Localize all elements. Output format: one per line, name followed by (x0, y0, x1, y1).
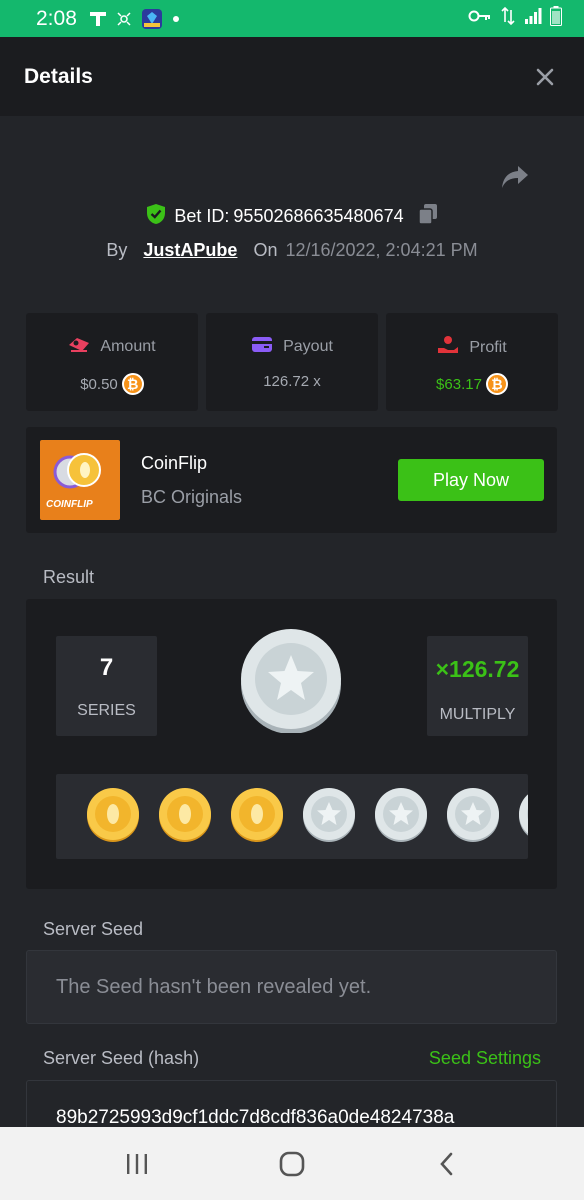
amount-label: Amount (100, 337, 156, 355)
game-card: COINFLIP CoinFlip BC Originals Play Now (26, 427, 557, 533)
bet-author-row: By JustAPube On 12/16/2022, 2:04:21 PM (0, 240, 584, 261)
bet-date: 12/16/2022, 2:04:21 PM (285, 240, 478, 260)
bet-id-label: Bet ID: (174, 206, 230, 226)
profit-hand-icon (437, 335, 459, 360)
silver-coin-icon (303, 788, 355, 842)
dot-icon (171, 14, 181, 24)
gold-coin-icon (87, 788, 139, 842)
on-label: On (253, 240, 278, 260)
payout-card-icon (251, 335, 273, 358)
coinflip-thumbnail[interactable]: COINFLIP (40, 440, 120, 520)
silver-coin-icon (519, 794, 528, 836)
battery-icon (550, 6, 562, 31)
gold-coin-icon (159, 788, 211, 842)
server-seed-label: Server Seed (43, 919, 144, 939)
network-icon (115, 10, 133, 28)
server-seed-hash-label: Server Seed (hash) (43, 1048, 200, 1068)
home-icon[interactable] (272, 1144, 312, 1184)
close-icon[interactable] (530, 62, 560, 92)
silver-coin-icon (241, 629, 341, 733)
vpn-key-icon (468, 8, 492, 29)
data-transfer-icon (500, 6, 516, 31)
profit-card: Profit $63.17 ₿ (386, 313, 558, 411)
system-nav-bar (0, 1127, 584, 1200)
gold-coin-icon (231, 788, 283, 842)
share-icon[interactable] (500, 163, 530, 191)
page-title: Details (24, 64, 93, 88)
user-link[interactable]: JustAPube (143, 240, 237, 261)
result-label: Result (43, 567, 95, 587)
game-provider: BC Originals (141, 487, 243, 507)
profit-label: Profit (469, 338, 507, 356)
silver-coin-icon (375, 788, 427, 842)
amount-icon (68, 335, 90, 358)
signal-icon (524, 7, 542, 30)
play-now-button[interactable]: Play Now (398, 459, 544, 501)
series-tile: 7 SERIES (56, 636, 157, 736)
status-bar: 2:08 (0, 0, 584, 37)
game-name: CoinFlip (141, 453, 208, 473)
t-mobile-icon (89, 10, 107, 28)
profit-value: $63.17 (436, 375, 482, 393)
seed-settings-link[interactable]: Seed Settings (429, 1048, 541, 1069)
coin-series-strip (56, 774, 528, 859)
copy-icon[interactable] (417, 203, 438, 230)
result-panel: 7 SERIES ×126.72 MULTIPLY (26, 599, 557, 889)
series-value: 7 (99, 654, 114, 681)
multiply-tile: ×126.72 MULTIPLY (427, 636, 528, 736)
bet-id-row: Bet ID: 95502686635480674 (0, 203, 584, 230)
recent-apps-icon[interactable] (117, 1144, 157, 1184)
thumbnail-label: COINFLIP (46, 499, 93, 510)
bitcoin-coin-icon: ₿ (121, 373, 144, 395)
multiply-value: ×126.72 (435, 656, 520, 682)
by-label: By (106, 240, 128, 260)
payout-card: Payout 126.72 x (206, 313, 378, 411)
bet-id-value: 95502686635480674 (233, 206, 404, 226)
bitcoin-coin-icon: ₿ (485, 373, 508, 395)
server-seed-field[interactable]: The Seed hasn't been revealed yet. (26, 950, 557, 1024)
back-icon[interactable] (427, 1144, 467, 1184)
amount-value: $0.50 (80, 375, 118, 393)
status-time: 2:08 (36, 6, 77, 30)
payout-label: Payout (283, 337, 333, 355)
payout-value: 126.72 x (263, 373, 321, 390)
game-app-icon (141, 8, 163, 30)
multiply-label: MULTIPLY (439, 706, 516, 723)
series-label: SERIES (77, 702, 136, 719)
verified-shield-icon (146, 203, 166, 230)
details-header: Details (0, 37, 584, 116)
amount-card: Amount $0.50 ₿ (26, 313, 198, 411)
silver-coin-icon (447, 788, 499, 842)
